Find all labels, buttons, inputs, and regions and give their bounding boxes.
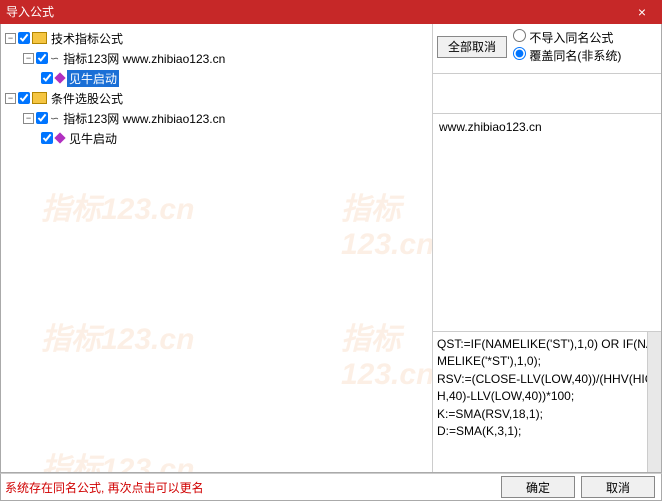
collapse-icon[interactable]: − [23, 53, 34, 64]
ok-button[interactable]: 确定 [501, 476, 575, 498]
radio-input[interactable] [513, 29, 526, 42]
close-icon[interactable]: × [622, 0, 662, 24]
cancel-button[interactable]: 取消 [581, 476, 655, 498]
tree-item[interactable]: 见牛启动 [41, 128, 430, 148]
formula-icon [54, 72, 65, 83]
tree-label[interactable]: 技术指标公式 [49, 30, 125, 47]
watermark: 指标123.cn [341, 184, 433, 262]
tree-label[interactable]: 见牛启动 [67, 70, 119, 87]
tree-label[interactable]: 见牛启动 [67, 130, 119, 147]
link-icon: ∽ [50, 52, 59, 65]
formula-icon [54, 132, 65, 143]
tree-label[interactable]: 指标123网 www.zhibiao123.cn [61, 110, 227, 127]
options-panel: 全部取消 不导入同名公式 覆盖同名(非系统) [433, 24, 661, 74]
titlebar: 导入公式 × [0, 0, 662, 24]
tree-label[interactable]: 条件选股公式 [49, 90, 125, 107]
collapse-icon[interactable]: − [5, 33, 16, 44]
right-panel: 全部取消 不导入同名公式 覆盖同名(非系统) www.zhibiao123.cn… [433, 24, 661, 472]
cancel-all-button[interactable]: 全部取消 [437, 36, 507, 58]
folder-icon [32, 92, 47, 104]
status-text: 系统存在同名公式, 再次点击可以更名 [1, 479, 501, 496]
collapse-icon[interactable]: − [23, 113, 34, 124]
tree-category[interactable]: − 技术指标公式 [5, 28, 430, 48]
radio-skip-same[interactable]: 不导入同名公式 [513, 29, 621, 46]
tree-checkbox[interactable] [41, 132, 53, 144]
folder-icon [32, 32, 47, 44]
code-line: D:=SMA(K,3,1); [437, 423, 657, 440]
window-title: 导入公式 [6, 0, 54, 24]
tree-panel: 指标123.cn 指标123.cn 指标123.cn 指标123.cn 指标12… [1, 24, 433, 472]
watermark: 指标123.cn [41, 314, 194, 358]
code-box: QST:=IF(NAMELIKE('ST'),1,0) OR IF(NAMELI… [433, 332, 661, 472]
tree-checkbox[interactable] [41, 72, 53, 84]
preview-box: www.zhibiao123.cn [433, 114, 661, 332]
bottom-bar: 系统存在同名公式, 再次点击可以更名 确定 取消 [0, 473, 662, 501]
tree-checkbox[interactable] [36, 52, 48, 64]
tree-checkbox[interactable] [18, 32, 30, 44]
radio-overwrite[interactable]: 覆盖同名(非系统) [513, 47, 621, 64]
formula-tree: − 技术指标公式 − ∽ 指标123网 www.zhibiao123.cn [3, 28, 430, 148]
tree-item[interactable]: 见牛启动 [41, 68, 430, 88]
scrollbar[interactable] [647, 332, 661, 472]
tree-label[interactable]: 指标123网 www.zhibiao123.cn [61, 50, 227, 67]
watermark: 指标123.cn [341, 314, 433, 392]
radio-input[interactable] [513, 47, 526, 60]
link-icon: ∽ [50, 112, 59, 125]
collapse-icon[interactable]: − [5, 93, 16, 104]
code-line: RSV:=(CLOSE-LLV(LOW,40))/(HHV(HIGH,40)-L… [437, 371, 657, 406]
preview-text: www.zhibiao123.cn [439, 120, 542, 134]
tree-checkbox[interactable] [36, 112, 48, 124]
watermark: 指标123.cn [41, 444, 194, 472]
content-area: 指标123.cn 指标123.cn 指标123.cn 指标123.cn 指标12… [0, 24, 662, 473]
code-line: QST:=IF(NAMELIKE('ST'),1,0) OR IF(NAMELI… [437, 336, 657, 371]
tree-category[interactable]: − 条件选股公式 [5, 88, 430, 108]
code-line: K:=SMA(RSV,18,1); [437, 406, 657, 423]
tree-group[interactable]: − ∽ 指标123网 www.zhibiao123.cn [23, 48, 430, 68]
spacer [433, 74, 661, 114]
tree-group[interactable]: − ∽ 指标123网 www.zhibiao123.cn [23, 108, 430, 128]
tree-checkbox[interactable] [18, 92, 30, 104]
watermark: 指标123.cn [41, 184, 194, 228]
